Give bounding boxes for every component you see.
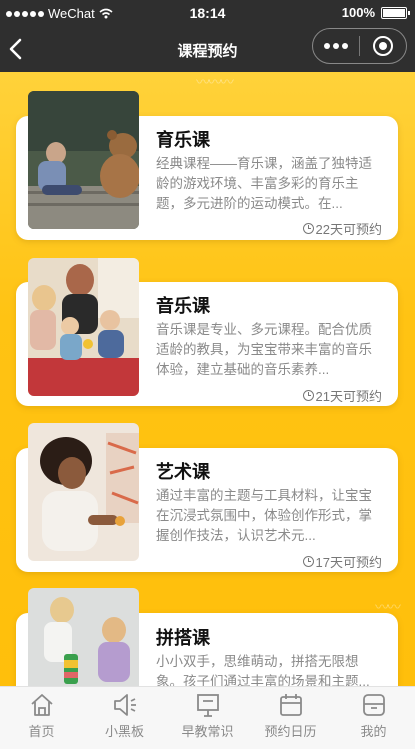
battery-icon (381, 6, 410, 19)
tab-profile[interactable]: 我的 (332, 687, 415, 749)
course-title: 拼搭课 (156, 628, 210, 648)
course-list[interactable]: 〰〰〰 〰〰〰 〰〰〰 〰〰 育乐课 经典课程——育乐课，涵盖了独特适龄的游戏环… (0, 72, 415, 686)
booking-days: 21天可预约 (302, 386, 382, 405)
course-photo[interactable] (28, 258, 139, 396)
booking-days-label: 21天可预约 (315, 389, 382, 404)
course-title: 艺术课 (156, 462, 210, 482)
course-photo[interactable] (28, 91, 139, 229)
clock-icon (302, 556, 314, 567)
course-title: 育乐课 (156, 130, 210, 150)
mini-program-capsule (312, 28, 407, 64)
status-bar: WeChat 18:14 100% (0, 0, 415, 26)
calendar-icon (279, 694, 302, 716)
booking-days: 17天可预约 (302, 552, 382, 571)
tab-home[interactable]: 首页 (0, 687, 83, 749)
clock-icon (302, 223, 314, 234)
battery-area: 100% (341, 5, 410, 20)
tab-label: 早教常识 (181, 724, 234, 739)
tab-label: 小黑板 (104, 724, 144, 739)
nav-bar: 课程预约 (0, 26, 415, 72)
course-description: 小小双手，思维萌动，拼搭无限想象。孩子们通过丰富的场景和主题... (156, 654, 370, 686)
course-photo[interactable] (28, 423, 139, 561)
wave-decoration: 〰〰〰 (196, 74, 234, 90)
tab-label: 预约日历 (264, 724, 317, 739)
more-button[interactable] (313, 43, 359, 49)
clock-icon (302, 390, 314, 401)
tab-bar: 首页 小黑板 早教常识 预约日历 我的 (0, 686, 415, 749)
tab-label: 我的 (360, 724, 387, 739)
course-title: 音乐课 (156, 296, 210, 316)
tab-early-education[interactable]: 早教常识 (166, 687, 249, 749)
course-description: 音乐课是专业、多元课程。配合优质适龄的教具，为宝宝带来丰富的音乐体验，建立基础的… (156, 322, 372, 377)
battery-percent: 100% (341, 5, 375, 20)
home-icon (30, 694, 53, 716)
tab-label: 首页 (28, 724, 55, 739)
signboard-icon (196, 694, 219, 717)
close-program-button[interactable] (360, 36, 406, 56)
target-icon (373, 36, 393, 56)
booking-days-label: 22天可预约 (315, 222, 382, 237)
profile-box-icon (362, 694, 385, 716)
booking-days: 22天可预约 (302, 219, 382, 238)
tab-blackboard[interactable]: 小黑板 (83, 687, 166, 749)
booking-days-label: 17天可预约 (315, 555, 382, 570)
course-description: 通过丰富的主题与工具材料，让宝宝在沉浸式氛围中，体验创作形式，掌握创作技法，认识… (156, 488, 372, 543)
course-photo[interactable] (28, 588, 139, 686)
speaker-icon (113, 694, 136, 716)
tab-booking-calendar[interactable]: 预约日历 (249, 687, 332, 749)
course-description: 经典课程——育乐课，涵盖了独特适龄的游戏环境、丰富多彩的育乐主题，多元进阶的运动… (156, 156, 372, 211)
